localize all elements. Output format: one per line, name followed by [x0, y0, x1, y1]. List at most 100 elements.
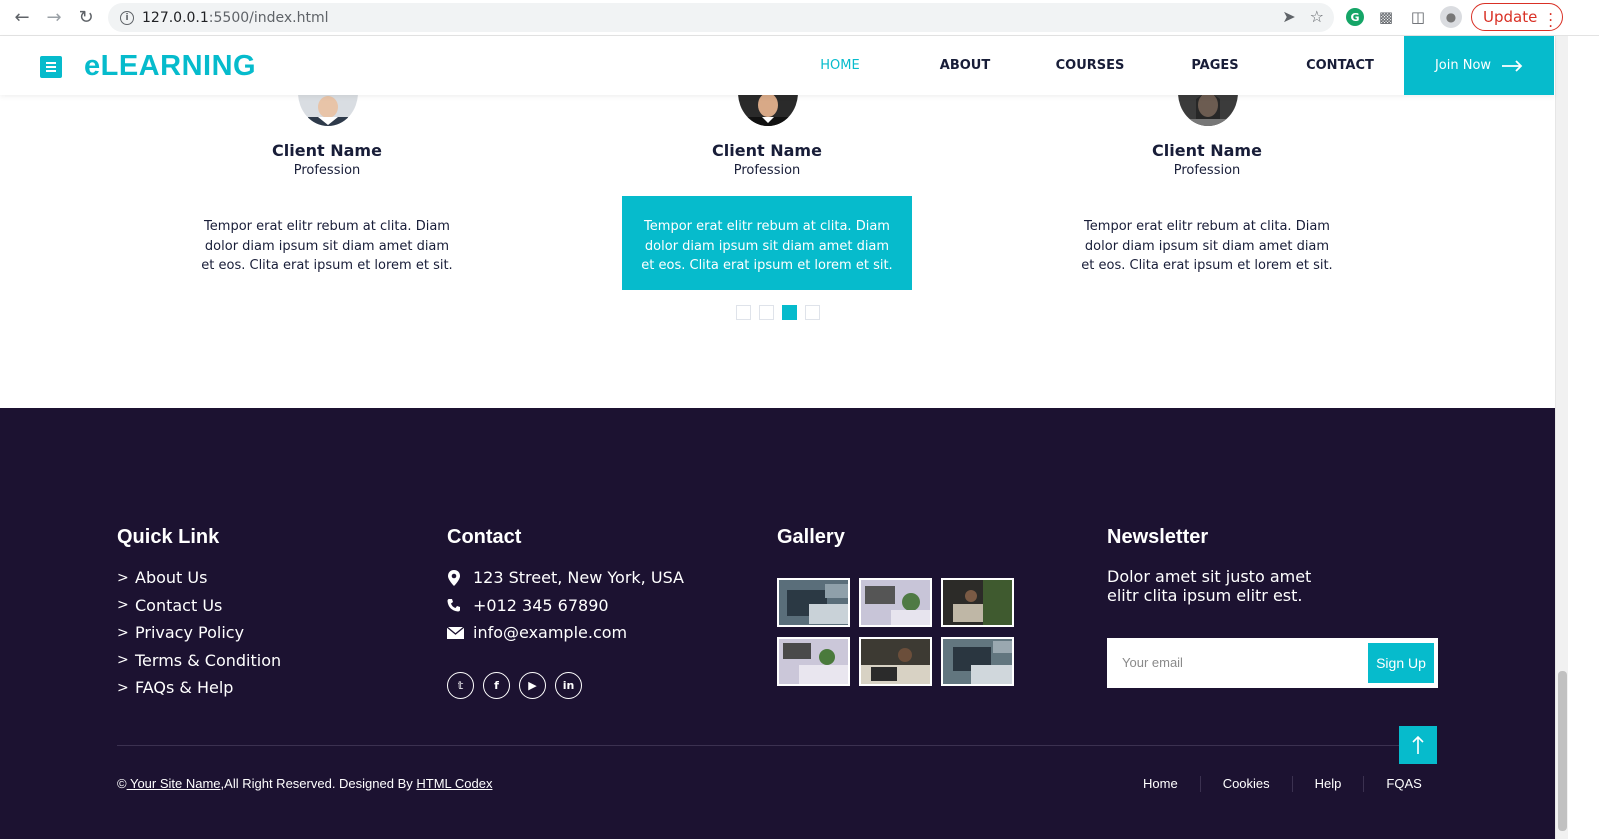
address-bar[interactable]: i 127.0.0.1:5500/index.html ➤ ☆ [108, 3, 1334, 32]
contact-column: Contact 123 Street, New York, USA +012 3… [447, 526, 684, 699]
footer-link-help[interactable]: Help [1293, 776, 1365, 792]
chevron-right-icon: > [117, 652, 129, 669]
reload-icon[interactable]: ↻ [70, 2, 102, 34]
testimonial-quote: Tempor erat elitr rebum at clita. Diam d… [622, 196, 912, 290]
gallery-image[interactable] [859, 637, 932, 686]
twitter-icon[interactable]: 𝕥 [447, 672, 474, 699]
footer-menu: Home Cookies Help FQAS [1126, 776, 1444, 792]
send-icon[interactable]: ➤ [1282, 7, 1295, 26]
copyright-text: © Your Site Name,All Right Reserved. Des… [117, 776, 493, 791]
arrow-right-icon [1502, 59, 1523, 72]
facebook-icon[interactable]: f [483, 672, 510, 699]
nav-courses[interactable]: COURSES [1050, 36, 1130, 95]
newsletter-column: Newsletter Dolor amet sit justo amet eli… [1107, 526, 1438, 688]
url-host: 127.0.0.1 [142, 9, 209, 26]
testimonial-quote: Tempor erat elitr rebum at clita. Diam d… [1081, 219, 1333, 273]
footer-link-home[interactable]: Home [1126, 776, 1201, 792]
email-input[interactable]: Your email [1122, 655, 1183, 670]
brand-logo[interactable]: eLEARNING [40, 50, 256, 83]
chevron-right-icon: > [117, 624, 129, 641]
gallery-grid [777, 578, 1014, 686]
carousel-dot[interactable] [736, 305, 751, 320]
book-icon [40, 54, 64, 80]
gallery-image[interactable] [859, 578, 932, 627]
forward-icon[interactable]: → [38, 2, 70, 34]
quick-link-privacy[interactable]: > Privacy Policy [117, 619, 281, 647]
site-name-link[interactable]: Your Site Name [127, 776, 221, 791]
site-navbar: eLEARNING HOME ABOUT COURSES PAGES CONTA… [0, 36, 1555, 95]
nav-contact[interactable]: CONTACT [1300, 36, 1380, 95]
testimonial-carousel: Client Name Profession Tempor erat elitr… [0, 95, 1555, 408]
gallery-column: Gallery [777, 526, 1014, 686]
bookmark-star-icon[interactable]: ☆ [1310, 7, 1324, 26]
nav-about[interactable]: ABOUT [880, 36, 1050, 95]
nav-pages[interactable]: PAGES [1130, 36, 1300, 95]
contact-phone: +012 345 67890 [447, 592, 684, 620]
back-to-top-button[interactable] [1399, 726, 1437, 764]
testimonial-quote: Tempor erat elitr rebum at clita. Diam d… [201, 219, 453, 273]
client-name: Client Name [712, 141, 822, 160]
info-icon[interactable]: i [120, 10, 134, 25]
quick-link-faqs[interactable]: > FAQs & Help [117, 674, 281, 702]
chevron-right-icon: > [117, 569, 129, 586]
join-now-label: Join Now [1434, 58, 1492, 73]
gallery-image[interactable] [941, 637, 1014, 686]
quick-link-contact[interactable]: > Contact Us [117, 592, 281, 620]
browser-toolbar: ← → ↻ i 127.0.0.1:5500/index.html ➤ ☆ G … [0, 0, 1599, 36]
footer-link-fqas[interactable]: FQAS [1364, 776, 1443, 792]
quick-link-about[interactable]: > About Us [117, 564, 281, 592]
scrollbar-thumb[interactable] [1558, 671, 1567, 831]
newsletter-form: Your email Sign Up [1107, 638, 1438, 688]
client-profession: Profession [1173, 163, 1241, 178]
social-links: 𝕥 f ▶ in [447, 672, 582, 699]
map-pin-icon [447, 569, 473, 586]
grammarly-icon[interactable]: G [1346, 8, 1364, 26]
chevron-right-icon: > [117, 679, 129, 696]
carousel-dot-active[interactable] [782, 305, 797, 320]
site-footer: Quick Link > About Us > Contact Us > Privac… [0, 408, 1555, 839]
update-button[interactable]: Update ... [1471, 3, 1563, 31]
carousel-dot[interactable] [805, 305, 820, 320]
sign-up-button[interactable]: Sign Up [1368, 643, 1434, 683]
join-now-button[interactable]: Join Now [1404, 36, 1554, 95]
side-panel-icon[interactable]: ◫ [1408, 7, 1428, 27]
quick-link-heading: Quick Link [117, 526, 220, 548]
contact-email[interactable]: info@example.com [447, 619, 684, 647]
page-scrollbar[interactable] [1555, 36, 1568, 839]
newsletter-text: Dolor amet sit justo amet elitr clita ip… [1107, 567, 1312, 605]
profile-avatar-icon[interactable]: ● [1440, 6, 1462, 28]
arrow-up-icon [1412, 735, 1424, 754]
youtube-icon[interactable]: ▶ [519, 672, 546, 699]
gallery-image[interactable] [941, 578, 1014, 627]
newsletter-heading: Newsletter [1107, 526, 1209, 548]
client-name: Client Name [272, 141, 382, 160]
client-profession: Profession [293, 163, 361, 178]
linkedin-icon[interactable]: in [555, 672, 582, 699]
quick-link-column: Quick Link > About Us > Contact Us > Privac… [117, 526, 281, 697]
client-profession: Profession [733, 163, 801, 178]
carousel-dots [736, 305, 820, 320]
gallery-image[interactable] [777, 578, 850, 627]
contact-address: 123 Street, New York, USA [447, 564, 684, 592]
gallery-image[interactable] [777, 637, 850, 686]
carousel-dot[interactable] [759, 305, 774, 320]
nav-home[interactable]: HOME [800, 36, 880, 95]
menu-dots-icon[interactable]: ... [1548, 3, 1553, 30]
quick-link-terms[interactable]: > Terms & Condition [117, 647, 281, 675]
designer-link[interactable]: HTML Codex [416, 776, 492, 791]
envelope-icon [447, 626, 473, 639]
extensions-puzzle-icon[interactable]: ▩ [1376, 7, 1396, 27]
main-nav: HOME ABOUT COURSES PAGES CONTACT [800, 36, 1380, 95]
back-icon[interactable]: ← [6, 2, 38, 34]
update-label: Update [1483, 8, 1538, 26]
url-path: :5500/index.html [208, 9, 329, 26]
gallery-heading: Gallery [777, 526, 845, 548]
chevron-right-icon: > [117, 597, 129, 614]
phone-icon [447, 598, 473, 612]
contact-heading: Contact [447, 526, 522, 548]
footer-divider [117, 745, 1437, 746]
client-avatar [738, 95, 798, 126]
brand-name: eLEARNING [84, 50, 257, 82]
footer-link-cookies[interactable]: Cookies [1201, 776, 1293, 792]
client-avatar [1178, 95, 1238, 126]
